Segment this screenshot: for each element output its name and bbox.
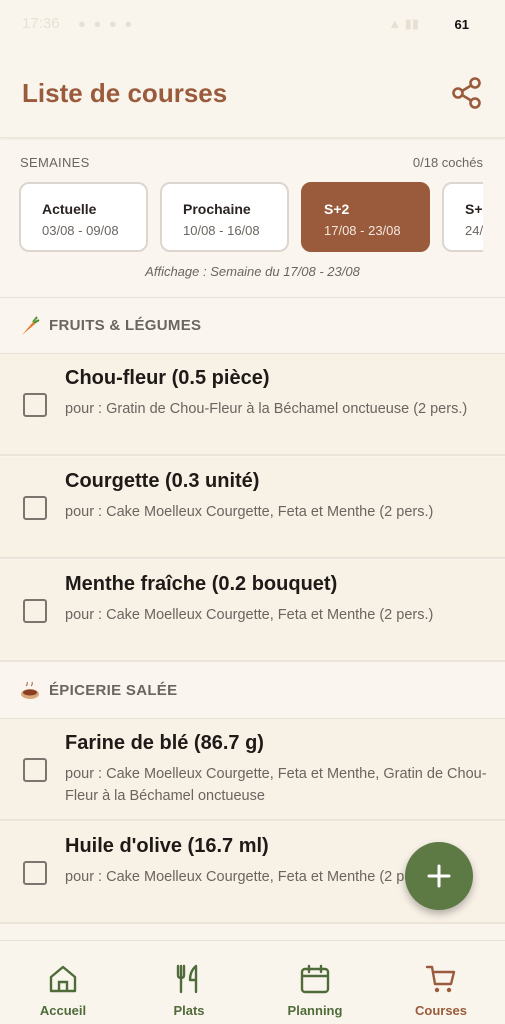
plus-icon bbox=[427, 864, 451, 888]
soup-bowl-icon bbox=[21, 681, 39, 699]
share-button[interactable] bbox=[451, 76, 483, 110]
week-name: Actuelle bbox=[42, 201, 97, 217]
nav-item-accueil[interactable]: Accueil bbox=[0, 941, 126, 1024]
nav-item-plats[interactable]: Plats bbox=[126, 941, 252, 1024]
category-label: FRUITS & LÉGUMES bbox=[49, 317, 202, 334]
item-checkbox[interactable] bbox=[23, 758, 47, 782]
week-name: Prochaine bbox=[183, 201, 251, 217]
list-item[interactable]: Menthe fraîche (0.2 bouquet) pour : Cake… bbox=[0, 560, 505, 662]
category-header-epicerie-salee: ÉPICERIE SALÉE bbox=[0, 663, 505, 719]
nav-item-planning[interactable]: Planning bbox=[252, 941, 378, 1024]
weeks-label: SEMAINES bbox=[20, 155, 90, 170]
item-checkbox[interactable] bbox=[23, 599, 47, 623]
item-recipes: pour : Cake Moelleux Courgette, Feta et … bbox=[65, 607, 434, 623]
bottom-nav: Accueil Plats Planning Courses bbox=[0, 940, 505, 1024]
checked-count: 0/18 cochés bbox=[412, 155, 483, 170]
week-card-current[interactable]: Actuelle 03/08 - 09/08 bbox=[19, 182, 148, 252]
share-icon bbox=[452, 77, 481, 109]
item-title: Courgette (0.3 unité) bbox=[65, 470, 260, 492]
nav-item-courses[interactable]: Courses bbox=[378, 941, 504, 1024]
week-card-next[interactable]: Prochaine 10/08 - 16/08 bbox=[160, 182, 289, 252]
weeks-section: SEMAINES 0/18 cochés Actuelle 03/08 - 09… bbox=[0, 140, 505, 298]
item-checkbox[interactable] bbox=[23, 393, 47, 417]
week-dates: 24/08 - 30/08 bbox=[465, 223, 483, 238]
category-label: ÉPICERIE SALÉE bbox=[49, 682, 178, 699]
item-recipes: pour : Cake Moelleux Courgette, Feta et … bbox=[65, 766, 487, 804]
list-item[interactable]: Chou-fleur (0.5 pièce) pour : Gratin de … bbox=[0, 354, 505, 456]
week-dates: 17/08 - 23/08 bbox=[324, 223, 401, 238]
status-notification-icons: ● ● ● ● bbox=[78, 16, 135, 31]
app-bar: Liste de courses bbox=[0, 48, 505, 138]
list-item[interactable]: Farine de blé (86.7 g) pour : Cake Moell… bbox=[0, 719, 505, 821]
week-dates: 10/08 - 16/08 bbox=[183, 223, 260, 238]
home-icon bbox=[49, 965, 77, 993]
add-item-button[interactable] bbox=[405, 842, 473, 910]
item-recipes: pour : Cake Moelleux Courgette, Feta et … bbox=[65, 504, 434, 520]
weeks-caption: Affichage : Semaine du 17/08 - 23/08 bbox=[145, 264, 360, 279]
week-selector[interactable]: Actuelle 03/08 - 09/08 Prochaine 10/08 -… bbox=[19, 182, 483, 254]
item-title: Farine de blé (86.7 g) bbox=[65, 732, 264, 754]
nav-label: Plats bbox=[173, 1003, 205, 1018]
item-title: Huile d'olive (16.7 ml) bbox=[65, 835, 269, 857]
week-name: S+2 bbox=[324, 201, 350, 217]
cart-icon bbox=[425, 965, 456, 993]
item-checkbox[interactable] bbox=[23, 861, 47, 885]
list-item[interactable]: Courgette (0.3 unité) pour : Cake Moelle… bbox=[0, 457, 505, 559]
item-recipes: pour : Gratin de Chou-Fleur à la Béchame… bbox=[65, 401, 468, 417]
nav-label: Accueil bbox=[39, 1003, 87, 1018]
week-name: S+3 bbox=[465, 201, 483, 217]
nav-label: Courses bbox=[414, 1003, 468, 1018]
status-bar: 17:36 ● ● ● ● ▲ ▮▮ 61 bbox=[0, 0, 505, 48]
page-title: Liste de courses bbox=[22, 78, 228, 108]
battery-level: 61 bbox=[454, 17, 469, 32]
status-time: 17:36 bbox=[22, 15, 60, 32]
calendar-icon bbox=[300, 964, 330, 994]
week-card-plus2[interactable]: S+2 17/08 - 23/08 bbox=[301, 182, 430, 252]
status-signal-icons: ▲ ▮▮ bbox=[388, 16, 419, 31]
item-checkbox[interactable] bbox=[23, 496, 47, 520]
utensils-icon bbox=[176, 964, 198, 994]
item-title: Chou-fleur (0.5 pièce) bbox=[65, 367, 270, 389]
week-card-plus3[interactable]: S+3 24/08 - 30/08 bbox=[442, 182, 483, 252]
category-header-fruits-legumes: FRUITS & LÉGUMES bbox=[0, 298, 505, 354]
item-title: Menthe fraîche (0.2 bouquet) bbox=[65, 573, 338, 595]
week-dates: 03/08 - 09/08 bbox=[42, 223, 119, 238]
carrot-icon bbox=[22, 316, 40, 335]
nav-label: Planning bbox=[287, 1003, 343, 1018]
